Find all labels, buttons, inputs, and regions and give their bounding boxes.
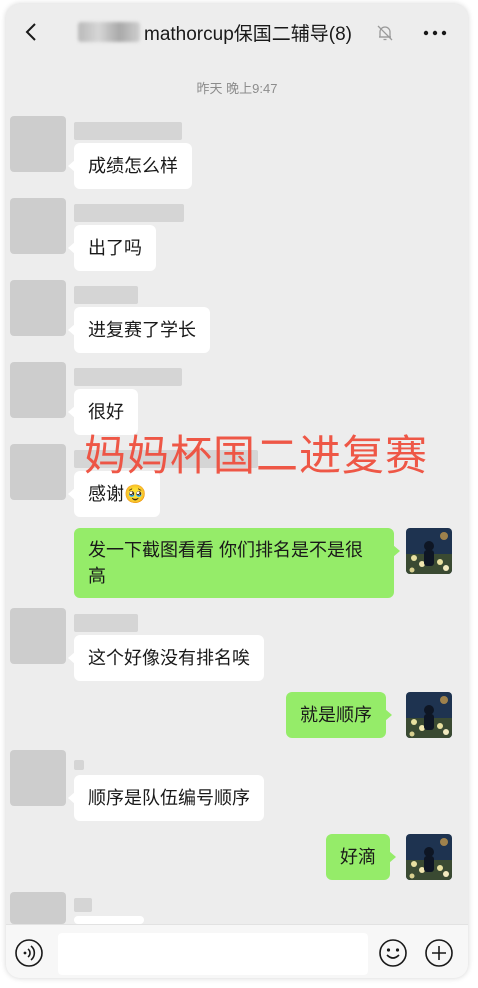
sender-name [74,614,138,632]
sender-name [74,122,182,140]
sender-name [74,286,138,304]
message-bubble-partial[interactable] [68,916,144,945]
avatar[interactable] [10,362,66,418]
message-bubble-own[interactable]: 就是顺序 [286,692,392,738]
message-bubble[interactable]: 顺序是队伍编号顺序 [68,775,264,821]
avatar-image [406,528,452,574]
my-avatar[interactable] [406,528,452,574]
plus-circle-icon[interactable] [424,938,454,968]
overlay-caption: 妈妈杯国二进复赛 [84,432,429,479]
message-bubble[interactable]: 成绩怎么样 [68,143,192,189]
sender-name [74,204,184,222]
avatar[interactable] [10,750,66,806]
message-bubble-own[interactable]: 好滴 [326,834,396,880]
avatar[interactable] [10,280,66,336]
chat-header: mathorcup保国二辅导(8) [6,4,468,60]
message-bubble[interactable]: 出了吗 [68,225,156,271]
input-bar [6,924,468,978]
bell-off-icon [377,25,393,41]
sender-name [74,760,84,770]
chat-window: mathorcup保国二辅导(8) 昨天 晚上9:47 成绩怎么样 出了吗 进复… [6,4,468,978]
more-horizontal-icon[interactable] [420,21,450,45]
avatar[interactable] [10,116,66,172]
message-bubble[interactable]: 这个好像没有排名唉 [68,635,264,681]
blurred-title-prefix [78,22,140,42]
avatar[interactable] [10,892,66,924]
sender-name [74,898,92,912]
sender-name [74,368,182,386]
message-bubble[interactable]: 进复赛了学长 [68,307,210,353]
emoji-smile-icon[interactable] [378,938,408,968]
avatar-image [406,834,452,880]
my-avatar[interactable] [406,692,452,738]
chat-title: mathorcup保国二辅导(8) [144,24,352,45]
avatar-image [406,692,452,738]
voice-icon[interactable] [14,938,44,968]
my-avatar[interactable] [406,834,452,880]
message-bubble-own[interactable]: 发一下截图看看 你们排名是不是很高 [74,528,400,598]
timestamp: 昨天 晚上9:47 [196,81,278,96]
avatar[interactable] [10,444,66,500]
avatar[interactable] [10,608,66,664]
avatar[interactable] [10,198,66,254]
message-input[interactable] [58,933,368,975]
chevron-left-icon[interactable] [20,20,44,44]
